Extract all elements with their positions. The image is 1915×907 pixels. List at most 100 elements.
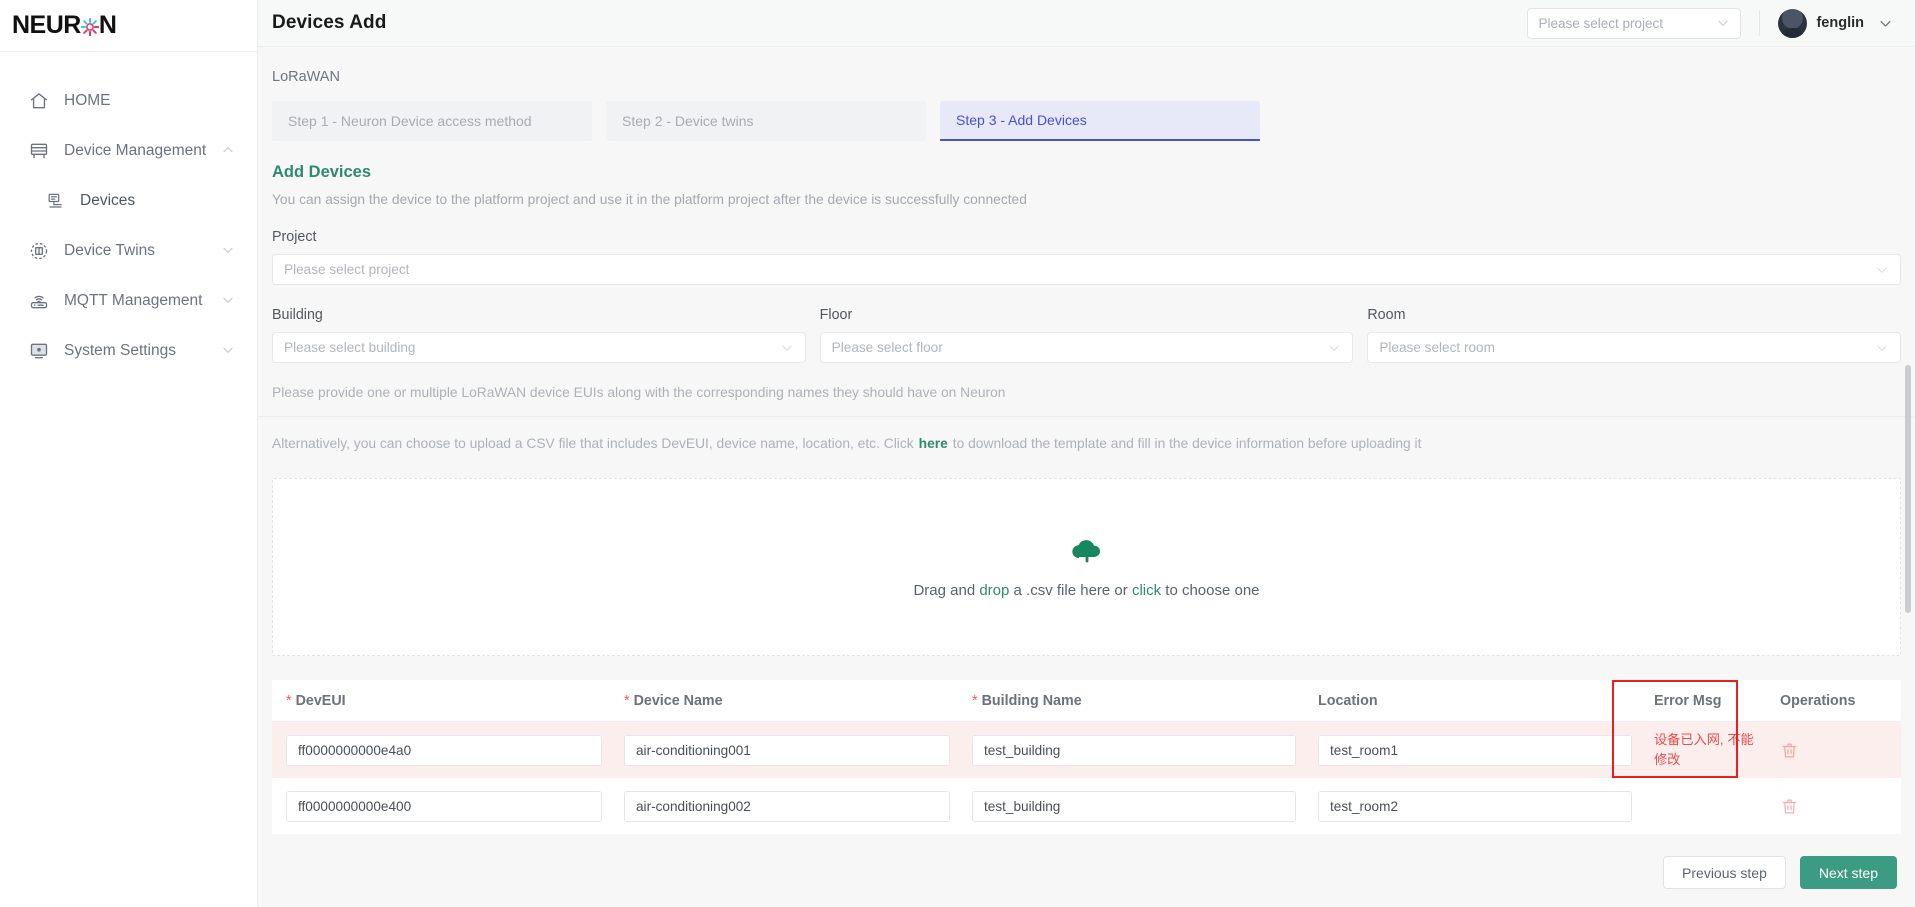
table-cell-building-name: test_building bbox=[972, 734, 1318, 766]
user-menu[interactable]: fenglin bbox=[1778, 8, 1893, 38]
step-tab-2[interactable]: Step 2 - Device twins bbox=[606, 101, 926, 141]
table-cell-location: test_room2 bbox=[1318, 790, 1654, 822]
step-tab-label: Step 1 - Neuron Device access method bbox=[288, 113, 532, 129]
chevron-down-icon bbox=[1716, 16, 1730, 30]
project-field-group: Project Please select project bbox=[272, 229, 1901, 285]
section-title: Add Devices bbox=[272, 163, 372, 181]
room-select[interactable]: Please select room bbox=[1367, 332, 1902, 363]
content-scroll-region[interactable]: LoRaWAN Step 1 - Neuron Device access me… bbox=[258, 47, 1915, 907]
sidebar-item-label: Devices bbox=[80, 192, 136, 209]
chevron-down-icon[interactable] bbox=[221, 293, 237, 309]
avatar bbox=[1778, 8, 1808, 38]
scrollbar-track[interactable] bbox=[1905, 47, 1913, 907]
table-cell-operations bbox=[1780, 797, 1890, 816]
table-cell-building-name: test_building bbox=[972, 790, 1318, 822]
required-marker: * bbox=[624, 692, 630, 709]
template-download-link[interactable]: here bbox=[919, 436, 948, 451]
topbar-project-select[interactable]: Please select project bbox=[1527, 7, 1742, 39]
previous-step-button[interactable]: Previous step bbox=[1663, 856, 1786, 889]
sidebar-item-system-settings[interactable]: System Settings bbox=[0, 326, 257, 376]
mqtt-icon bbox=[28, 290, 50, 312]
location-input[interactable]: test_room2 bbox=[1318, 790, 1632, 822]
table-cell-device-name: air-conditioning002 bbox=[624, 790, 972, 822]
building-name-input[interactable]: test_building bbox=[972, 790, 1296, 822]
room-label: Room bbox=[1367, 307, 1406, 323]
breadcrumb: LoRaWAN bbox=[272, 69, 340, 85]
location-fields-row: Building Please select building Floor Pl… bbox=[272, 307, 1902, 363]
step-tab-label: Step 2 - Device twins bbox=[622, 113, 754, 129]
logo-text: NEUR N bbox=[12, 11, 117, 39]
table-col-header-label: Building Name bbox=[981, 692, 1082, 709]
sidebar-item-label: System Settings bbox=[64, 342, 176, 359]
required-marker: * bbox=[286, 692, 292, 709]
table-cell-deveui: ff0000000000e4a0 bbox=[272, 734, 624, 766]
username-label: fenglin bbox=[1816, 15, 1864, 31]
sidebar-item-devices[interactable]: Devices bbox=[0, 176, 257, 226]
table-col-header-label: DevEUI bbox=[295, 692, 346, 709]
step-tab-3[interactable]: Step 3 - Add Devices bbox=[940, 101, 1260, 141]
sidebar-nav: HOME Device Management Devices Device Tw… bbox=[0, 52, 257, 376]
dropzone-click-link[interactable]: click bbox=[1132, 582, 1161, 599]
brand-logo[interactable]: NEUR N bbox=[0, 0, 257, 52]
step-tab-label: Step 3 - Add Devices bbox=[956, 112, 1087, 128]
chevron-down-icon[interactable] bbox=[1878, 16, 1893, 31]
footer-buttons: Previous step Next step bbox=[258, 834, 1915, 907]
building-select[interactable]: Please select building bbox=[272, 332, 806, 363]
form-area: Project Please select project Building P… bbox=[258, 207, 1915, 363]
room-field-group: Room Please select room bbox=[1367, 307, 1902, 363]
trash-icon[interactable] bbox=[1780, 797, 1890, 816]
dropzone-text: Drag and drop a .csv file here or click … bbox=[913, 582, 1259, 599]
table-cell-error-msg: 设备已入网, 不能修改 bbox=[1654, 730, 1780, 771]
devices-table: * DevEUI * Device Name * Building Name Loca… bbox=[272, 680, 1901, 834]
topbar: Devices Add Please select project fengli… bbox=[258, 0, 1915, 47]
building-name-input[interactable]: test_building bbox=[972, 734, 1296, 766]
chevron-down-icon[interactable] bbox=[221, 243, 237, 259]
logo-text-part1: NEUR bbox=[12, 11, 81, 39]
error-message: 设备已入网, 不能修改 bbox=[1654, 731, 1754, 767]
deveui-input[interactable]: ff0000000000e400 bbox=[286, 790, 602, 822]
dropzone-text-part3: to choose one bbox=[1161, 581, 1260, 599]
hint-line-2-before: Alternatively, you can choose to upload … bbox=[272, 436, 914, 451]
table-cell-device-name: air-conditioning001 bbox=[624, 734, 972, 766]
sidebar-item-label: HOME bbox=[64, 92, 111, 109]
scrollbar-thumb[interactable] bbox=[1905, 365, 1911, 613]
chevron-up-icon[interactable] bbox=[221, 143, 237, 159]
next-step-button[interactable]: Next step bbox=[1799, 856, 1897, 889]
table-cell-deveui: ff0000000000e400 bbox=[272, 790, 624, 822]
page-title: Devices Add bbox=[272, 12, 387, 33]
location-input[interactable]: test_room1 bbox=[1318, 734, 1632, 766]
floor-select[interactable]: Please select floor bbox=[819, 332, 1354, 363]
sidebar-item-label: Device Twins bbox=[64, 242, 156, 259]
sidebar-item-device-management[interactable]: Device Management bbox=[0, 126, 257, 176]
device-twins-icon bbox=[28, 240, 50, 262]
sidebar-item-home[interactable]: HOME bbox=[0, 76, 257, 126]
topbar-project-select-value: Please select project bbox=[1538, 15, 1664, 31]
device-name-input[interactable]: air-conditioning001 bbox=[624, 734, 950, 766]
hint-line-2: Alternatively, you can choose to upload … bbox=[258, 416, 1915, 470]
trash-icon[interactable] bbox=[1780, 741, 1890, 760]
main-content: Devices Add Please select project fengli… bbox=[258, 0, 1915, 907]
project-select[interactable]: Please select project bbox=[272, 254, 1901, 285]
chevron-down-icon bbox=[780, 341, 794, 355]
devices-icon bbox=[44, 190, 66, 212]
sidebar-item-mqtt-management[interactable]: MQTT Management bbox=[0, 276, 257, 326]
csv-dropzone[interactable]: Drag and drop a .csv file here or click … bbox=[272, 478, 1901, 656]
deveui-input[interactable]: ff0000000000e4a0 bbox=[286, 734, 602, 766]
table-header-row: * DevEUI * Device Name * Building Name Loca… bbox=[272, 680, 1901, 722]
device-name-input[interactable]: air-conditioning002 bbox=[624, 790, 950, 822]
project-select-value: Please select project bbox=[284, 262, 410, 277]
building-field-group: Building Please select building bbox=[272, 307, 806, 363]
step-tab-1[interactable]: Step 1 - Neuron Device access method bbox=[272, 101, 592, 141]
dropzone-drop-link[interactable]: drop bbox=[979, 582, 1009, 599]
chevron-down-icon[interactable] bbox=[221, 343, 237, 359]
system-settings-icon bbox=[28, 340, 50, 362]
floor-field-group: Floor Please select floor bbox=[819, 307, 1354, 363]
topbar-divider bbox=[1759, 10, 1761, 36]
sidebar-item-device-twins[interactable]: Device Twins bbox=[0, 226, 257, 276]
app-root: NEUR N HOME Device Management Devices De… bbox=[0, 0, 1915, 907]
building-label: Building bbox=[272, 307, 323, 323]
cloud-upload-icon bbox=[1070, 536, 1104, 566]
table-row: ff0000000000e4a0 air-conditioning001 tes… bbox=[272, 722, 1901, 778]
home-icon bbox=[28, 90, 50, 112]
table-col-header-device-name: * Device Name bbox=[624, 693, 972, 709]
